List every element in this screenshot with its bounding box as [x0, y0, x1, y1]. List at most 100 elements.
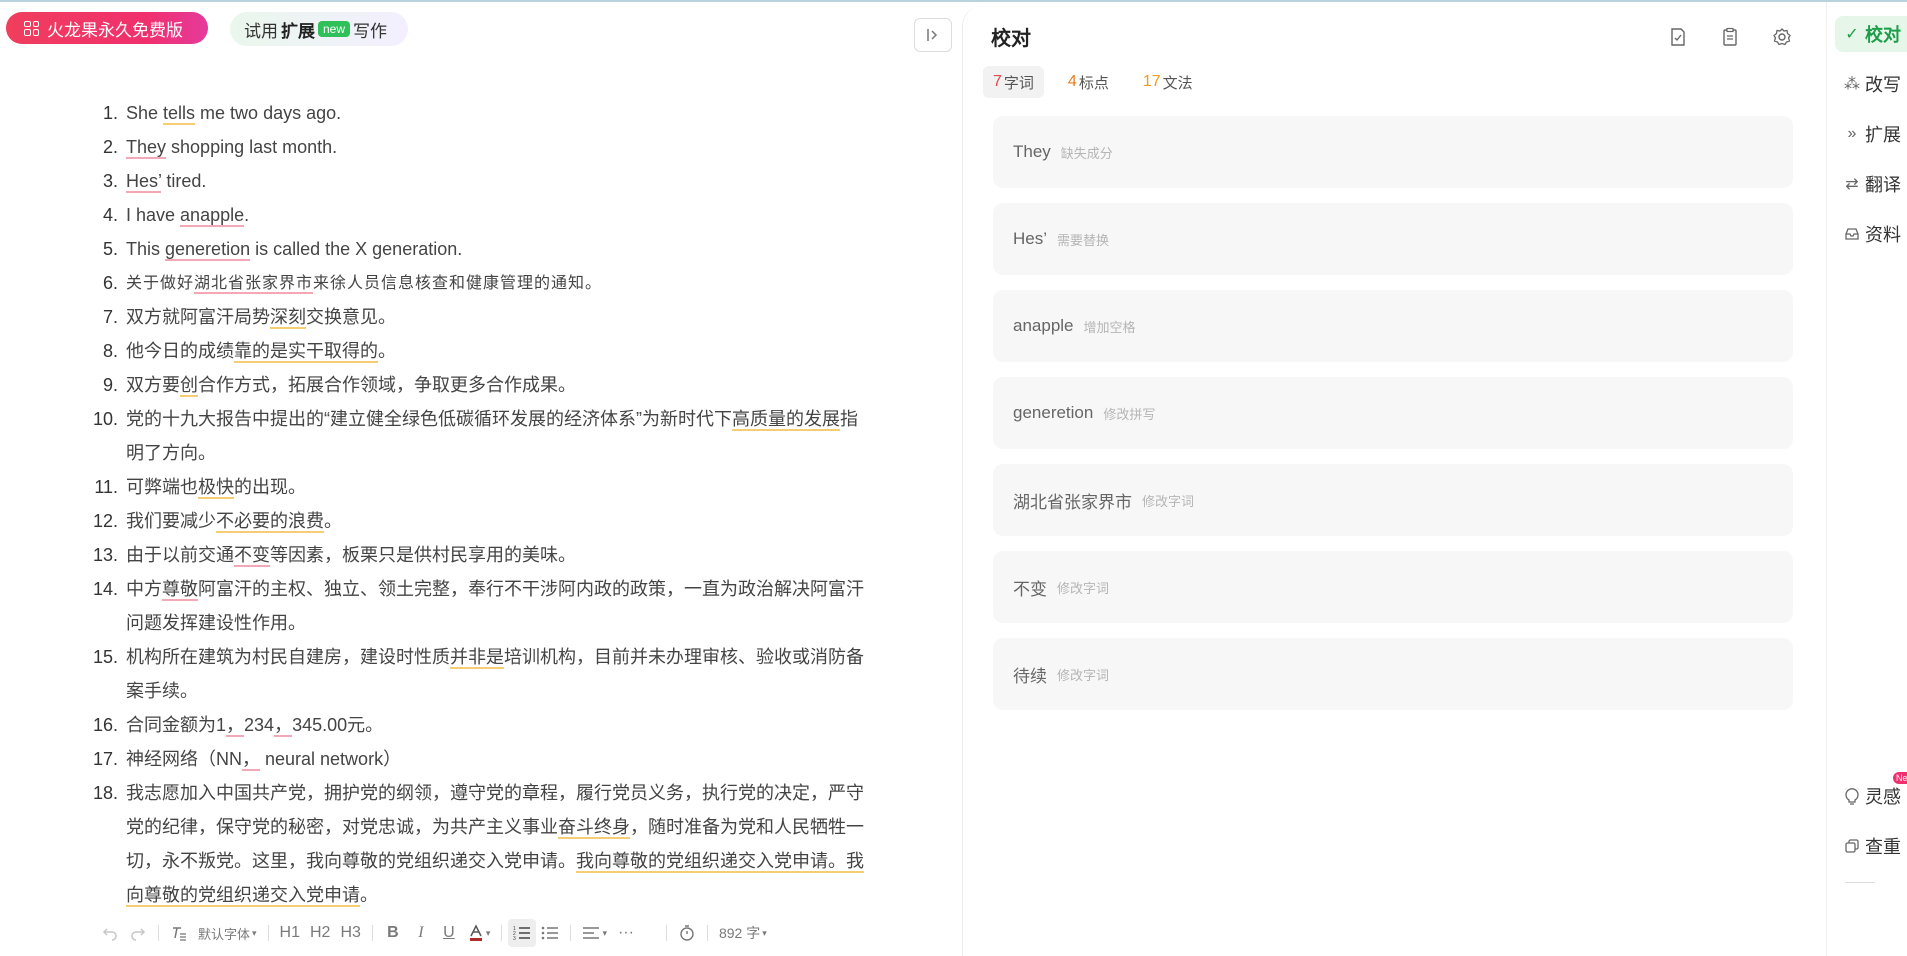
text-segment: tired. [161, 171, 207, 191]
flagged-spelling[interactable]: generetion [165, 239, 251, 261]
document-item[interactable]: 6. 关于做好湖北省张家界市来徐人员信息核查和健康管理的通知。 [90, 266, 880, 300]
font-select[interactable]: 默认字体 ▾ [193, 919, 262, 947]
document-item[interactable]: 2. They shopping last month. [90, 130, 880, 164]
document-item[interactable]: 17. 神经网络（NN， neural network） [90, 742, 880, 776]
settings-button[interactable] [1767, 22, 1797, 52]
item-text: 机构所在建筑为村民自建房，建设时性质并非是培训机构，目前并未办理审核、验收或消防… [126, 640, 866, 708]
heading3-button[interactable]: H3 [335, 919, 365, 947]
text-segment: 可弊端也 [126, 477, 198, 497]
document-item[interactable]: 14. 中方尊敬阿富汗的主权、独立、领土完整，奉行不干涉阿内政的政策，一直为政治解… [90, 572, 880, 640]
flagged-spelling[interactable]: 不变 [234, 545, 270, 567]
document-item[interactable]: 13. 由于以前交通不变等因素，板栗只是供村民享用的美味。 [90, 538, 880, 572]
doc-check-button[interactable] [1663, 22, 1693, 52]
timer-button[interactable] [673, 919, 701, 947]
issue-card[interactable]: generetion 修改拼写 [993, 377, 1793, 449]
issue-card[interactable]: 待续 修改字词 [993, 638, 1793, 710]
heading2-button[interactable]: H2 [305, 919, 335, 947]
bold-button[interactable]: B [379, 919, 407, 947]
clipboard-button[interactable] [1715, 22, 1745, 52]
proofread-tabs: 7 字词 4 标点 17 文法 [983, 66, 1203, 98]
rail-item-proofread[interactable]: ✓ 校对 [1835, 16, 1907, 52]
h2-label: H2 [310, 924, 331, 941]
text-segment: 关于做好 [126, 273, 195, 292]
flagged-grammar[interactable]: 高质量的发展 [732, 409, 840, 431]
rail-item-inspiration[interactable]: 灵感 New [1835, 772, 1907, 814]
bullet-list-button[interactable] [536, 919, 564, 947]
rail-item-expand[interactable]: » 扩展 [1835, 116, 1907, 152]
flagged-grammar[interactable]: 靠的是实干取得的 [234, 341, 378, 363]
flagged-spelling[interactable]: Hes’ [126, 171, 162, 193]
text-segment: me two days ago. [195, 103, 342, 123]
flagged-spelling[interactable]: 湖北省张家界市 [194, 273, 314, 294]
document-item[interactable]: 3. Hes’ tired. [90, 164, 880, 198]
document-item[interactable]: 9. 双方要创合作方式，拓展合作领域，争取更多合作成果。 [90, 368, 880, 402]
new-badge: New [1893, 772, 1907, 784]
underline-button[interactable]: U [435, 919, 463, 947]
text-segment: shopping last month. [166, 137, 338, 157]
more-button[interactable]: ··· [612, 919, 640, 947]
clear-format-button[interactable] [165, 919, 193, 947]
flagged-spelling[interactable]: ， [274, 715, 293, 737]
flagged-spelling[interactable]: ， [226, 715, 245, 737]
word-count[interactable]: 892 字 ▾ [714, 919, 772, 947]
flagged-grammar[interactable]: 不必要的浪费 [216, 511, 324, 533]
ordered-list-button[interactable]: 123 [508, 919, 537, 947]
document-item[interactable]: 15. 机构所在建筑为村民自建房，建设时性质并非是培训机构，目前并未办理审核、验收… [90, 640, 880, 708]
italic-button[interactable]: I [407, 919, 435, 947]
rail-item-materials[interactable]: 资料 [1835, 216, 1907, 252]
text-segment: 阿富汗的主权、独立、领土完整，奉行不干涉阿内政的政策，一直为政治解决阿富汗问题发… [126, 579, 864, 633]
flagged-grammar[interactable]: tells [163, 103, 196, 125]
issue-card[interactable]: They 缺失成分 [993, 116, 1793, 188]
clear-format-icon [173, 927, 186, 941]
brand-button[interactable]: 火龙果永久免费版 [6, 12, 208, 44]
align-button[interactable]: ▾ [577, 919, 612, 947]
flagged-grammar[interactable]: 创 [180, 375, 198, 397]
rail-item-translate[interactable]: ⇄ 翻译 [1835, 166, 1907, 202]
try-bold: 扩展 [281, 21, 315, 41]
toolbar-divider [706, 925, 708, 941]
item-number: 12. [92, 511, 118, 531]
try-suffix: 写作 [353, 21, 388, 41]
issue-word: 湖北省张家界市 [1013, 492, 1132, 512]
issue-card[interactable]: 湖北省张家界市 修改字词 [993, 464, 1793, 536]
document-item[interactable]: 7. 双方就阿富汗局势深刻交换意见。 [90, 300, 880, 334]
text-segment: She [126, 103, 164, 123]
redo-button[interactable] [124, 919, 152, 947]
flagged-spelling[interactable]: They [126, 137, 167, 159]
text-color-button[interactable]: ▾ [463, 919, 496, 947]
tab-2[interactable]: 17 文法 [1133, 66, 1203, 98]
flagged-spelling[interactable]: ， [242, 749, 260, 771]
flagged-spelling[interactable]: 尊敬 [162, 579, 198, 601]
issue-card[interactable]: Hes’ 需要替换 [993, 203, 1793, 275]
flagged-grammar[interactable]: 深刻 [270, 307, 306, 329]
item-number: 5. [102, 239, 118, 259]
item-number: 11. [94, 477, 118, 497]
document-item[interactable]: 4. I have anapple. [90, 198, 880, 232]
panel-collapse-button[interactable] [914, 18, 952, 52]
document-item[interactable]: 11. 可弊端也极快的出现。 [90, 470, 880, 504]
text-segment: . [244, 205, 250, 225]
flagged-grammar[interactable]: 极快 [198, 477, 234, 499]
document-item[interactable]: 16. 合同金额为1，234，345.00元。 [90, 708, 880, 742]
document-list[interactable]: 1. She tells me two days ago. 2. They shopp… [90, 96, 880, 912]
document-item[interactable]: 18. 我志愿加入中国共产党，拥护党的纲领，遵守党的章程，履行党员义务，执行党的决… [90, 776, 880, 912]
heading1-button[interactable]: H1 [275, 919, 305, 947]
rail-label: 灵感 [1865, 787, 1901, 807]
issue-card[interactable]: 不变 修改字词 [993, 551, 1793, 623]
tab-label: 字词 [1003, 74, 1034, 92]
document-item[interactable]: 10. 党的十九大报告中提出的“建立健全绿色低碳循环发展的经济体系”为新时代下高质… [90, 402, 880, 470]
tab-1[interactable]: 4 标点 [1058, 66, 1119, 98]
rail-item-duplicate-check[interactable]: 查重 [1835, 828, 1907, 864]
undo-button[interactable] [96, 919, 124, 947]
flagged-grammar[interactable]: 并非是 [450, 647, 504, 669]
document-item[interactable]: 5. This generetion is called the X genera… [90, 232, 880, 266]
tab-0[interactable]: 7 字词 [983, 66, 1044, 98]
document-item[interactable]: 1. She tells me two days ago. [90, 96, 880, 130]
flagged-spelling[interactable]: anapple [180, 205, 245, 227]
flagged-grammar[interactable]: 奋斗终身 [558, 817, 630, 839]
issue-card[interactable]: anapple 增加空格 [993, 290, 1793, 362]
try-expand-button[interactable]: 试用 扩展 new 写作 [230, 12, 408, 46]
rail-item-rewrite[interactable]: ⁂ 改写 [1835, 66, 1907, 102]
document-item[interactable]: 8. 他今日的成绩靠的是实干取得的。 [90, 334, 880, 368]
document-item[interactable]: 12. 我们要减少不必要的浪费。 [90, 504, 880, 538]
